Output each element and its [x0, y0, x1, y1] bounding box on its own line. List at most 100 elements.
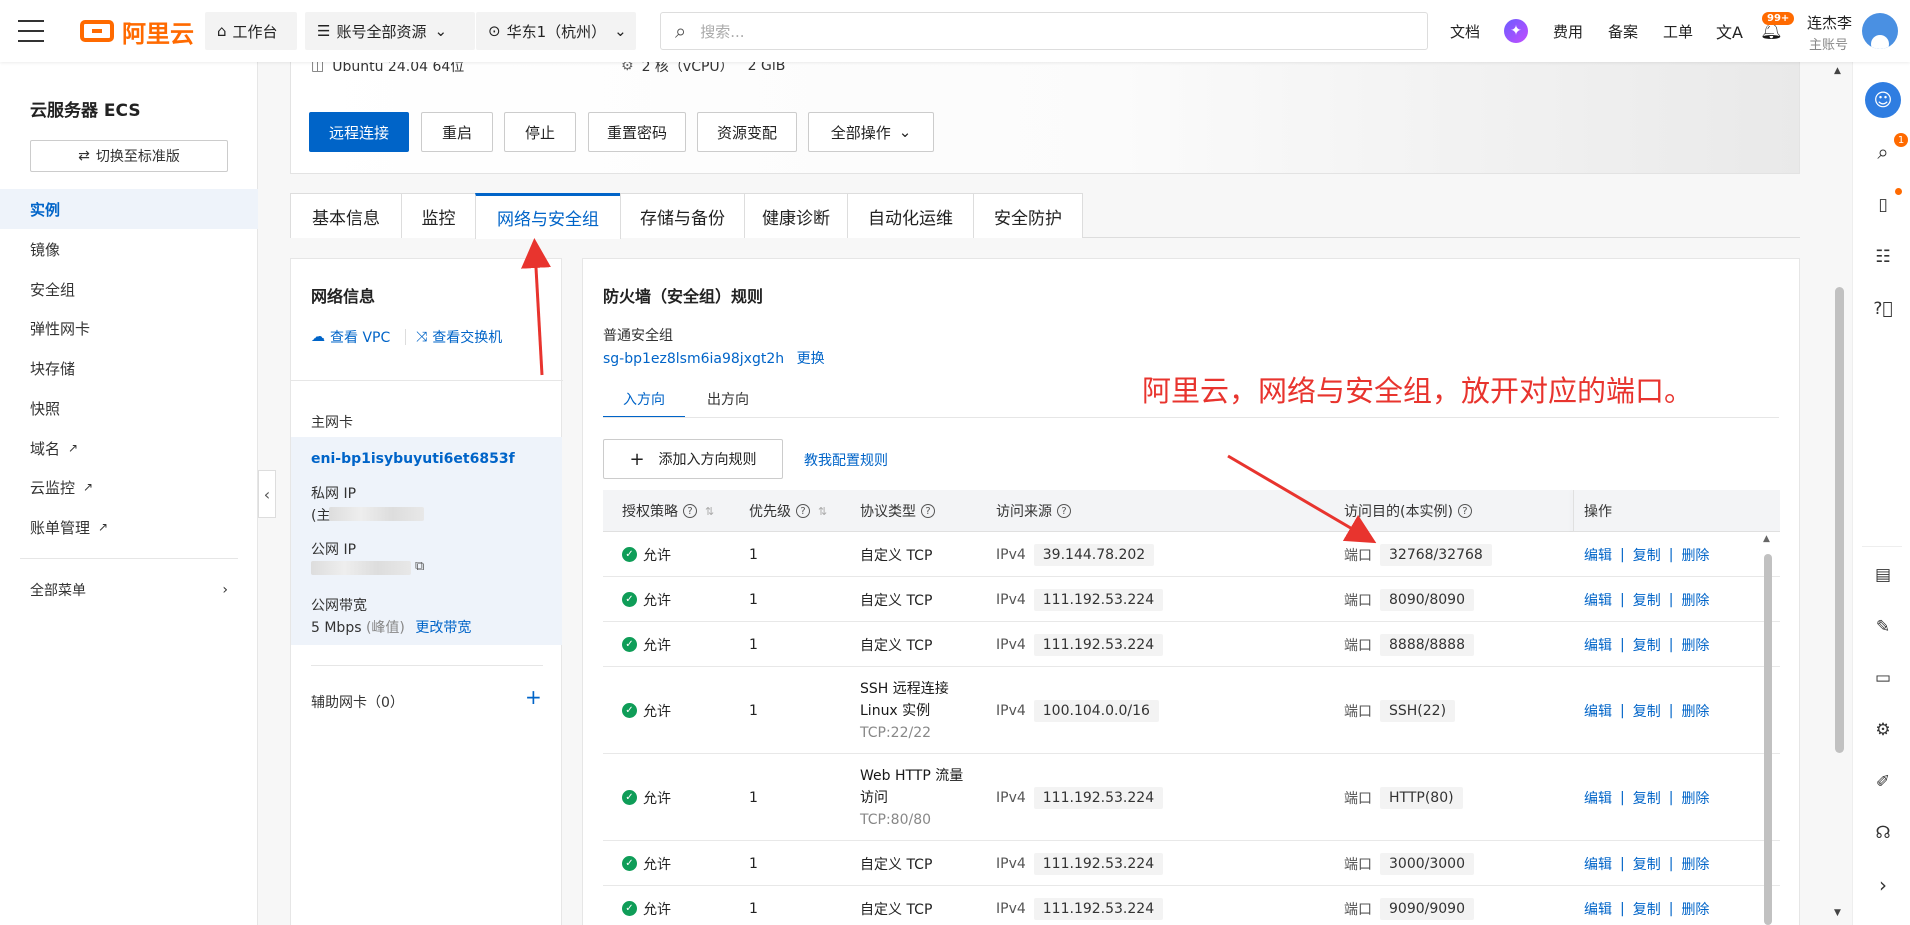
col-policy[interactable]: 授权策略? ⇅: [622, 490, 714, 532]
billing-link[interactable]: 费用: [1553, 0, 1583, 62]
icp-link[interactable]: 备案: [1608, 0, 1638, 62]
document-icon[interactable]: ▤: [1868, 560, 1898, 590]
ai-assistant-icon[interactable]: ✦: [1504, 19, 1528, 43]
bandwidth-label: 公网带宽: [311, 598, 367, 614]
sidebar-all-menu[interactable]: 全部菜单 ›: [0, 570, 258, 610]
page-scroll-up-icon[interactable]: ▲: [1834, 66, 1841, 76]
reset-password-button[interactable]: 重置密码: [588, 112, 686, 152]
sidebar-item-eni[interactable]: 弹性网卡: [0, 308, 258, 348]
chevron-right-icon[interactable]: ›: [1868, 870, 1898, 900]
teach-config-link[interactable]: 教我配置规则: [804, 450, 888, 470]
sidebar-item-snapshots[interactable]: 快照: [0, 388, 258, 428]
port-chip: 3000/3000: [1380, 852, 1474, 875]
tab-health-diagnosis[interactable]: 健康诊断: [744, 193, 848, 238]
private-ip-masked: [329, 507, 424, 521]
delete-link[interactable]: 删除: [1681, 635, 1709, 655]
sidebar-item-billing[interactable]: 账单管理 ↗: [0, 507, 258, 547]
sidebar-item-instances[interactable]: 实例: [0, 189, 258, 229]
edit-link[interactable]: 编辑: [1584, 899, 1612, 919]
dest-cell: 端口 8888/8888: [1344, 622, 1474, 667]
edit-link[interactable]: 编辑: [1584, 701, 1612, 721]
search-input[interactable]: ⌕ 搜索...: [660, 12, 1428, 50]
delete-link[interactable]: 删除: [1681, 590, 1709, 610]
table-scrollbar-thumb[interactable]: [1764, 554, 1772, 925]
edit-link[interactable]: 编辑: [1584, 788, 1612, 808]
list-icon[interactable]: ☷: [1868, 242, 1898, 272]
sidebar-item-security-groups[interactable]: 安全组: [0, 269, 258, 309]
tab-storage-backup[interactable]: 存储与备份: [620, 193, 745, 238]
protocol-cell: 自定义 TCP: [860, 856, 933, 873]
change-group-link[interactable]: 更换: [797, 351, 825, 367]
settings-icon[interactable]: ⚙: [1868, 715, 1898, 745]
sidebar-item-domains[interactable]: 域名 ↗: [0, 428, 258, 468]
tab-outbound[interactable]: 出方向: [707, 389, 749, 409]
page-scrollbar-thumb[interactable]: [1835, 287, 1844, 753]
page-scroll-down-icon[interactable]: ▼: [1834, 908, 1841, 918]
resize-button[interactable]: 资源变配: [697, 112, 797, 152]
delete-link[interactable]: 删除: [1681, 788, 1709, 808]
delete-link[interactable]: 删除: [1681, 899, 1709, 919]
menu-icon[interactable]: [18, 20, 44, 42]
external-link-icon: ↗: [98, 520, 109, 534]
delete-link[interactable]: 删除: [1681, 701, 1709, 721]
edit-link[interactable]: 编辑: [1584, 545, 1612, 565]
stop-button[interactable]: 停止: [504, 112, 576, 152]
tab-basic-info[interactable]: 基本信息: [290, 193, 402, 238]
tab-automation[interactable]: 自动化运维: [847, 193, 974, 238]
plus-icon: +: [629, 448, 645, 470]
headset-icon[interactable]: ☊: [1868, 818, 1898, 848]
docs-link[interactable]: 文档: [1450, 0, 1480, 62]
tab-network-security[interactable]: 网络与安全组: [475, 193, 621, 239]
nic-id-link[interactable]: eni-bp1isybuyuti6et6853f: [311, 451, 515, 467]
edit-link[interactable]: 编辑: [1584, 590, 1612, 610]
ticket-link[interactable]: 工单: [1663, 0, 1693, 62]
remote-connect-button[interactable]: 远程连接: [309, 112, 409, 152]
edit-link[interactable]: 编辑: [1584, 854, 1612, 874]
sidebar-item-cloud-monitor[interactable]: 云监控 ↗: [0, 467, 258, 507]
switch-standard-button[interactable]: ⇄ 切换至标准版: [30, 140, 228, 172]
scroll-up-icon[interactable]: ▲: [1763, 534, 1770, 544]
copy-link[interactable]: 复制: [1633, 788, 1661, 808]
all-operations-dropdown[interactable]: 全部操作 ⌄: [808, 112, 934, 152]
pen-icon[interactable]: ✐: [1868, 767, 1898, 797]
help-circle-icon[interactable]: ?⃝: [1868, 294, 1898, 324]
workbench-button[interactable]: ⌂ 工作台: [205, 12, 297, 50]
copy-icon[interactable]: ⧉: [415, 559, 424, 574]
change-bandwidth-link[interactable]: 更改带宽: [415, 620, 471, 636]
terminal-icon[interactable]: ▭: [1868, 663, 1898, 693]
delete-link[interactable]: 删除: [1681, 854, 1709, 874]
logo[interactable]: 阿里云: [80, 14, 194, 48]
restart-button[interactable]: 重启: [421, 112, 493, 152]
copy-link[interactable]: 复制: [1633, 635, 1661, 655]
copy-link[interactable]: 复制: [1633, 701, 1661, 721]
language-icon[interactable]: 文A: [1716, 0, 1743, 62]
copy-link[interactable]: 复制: [1633, 590, 1661, 610]
avatar[interactable]: [1862, 13, 1898, 49]
collapse-sidebar-button[interactable]: ‹: [258, 470, 276, 518]
col-source: 访问来源?: [996, 490, 1071, 532]
help-icon: ?: [796, 504, 810, 518]
firewall-title: 防火墙（安全组）规则: [603, 287, 764, 306]
assistant-robot-icon[interactable]: ☺: [1865, 82, 1901, 118]
view-switch-link[interactable]: ⤨ 查看交换机: [416, 327, 502, 347]
edit-doc-icon[interactable]: ✎: [1868, 612, 1898, 642]
copy-link[interactable]: 复制: [1633, 545, 1661, 565]
book-icon[interactable]: ▯: [1868, 190, 1898, 220]
tab-inbound[interactable]: 入方向: [623, 389, 665, 409]
group-id-link[interactable]: sg-bp1ez8lsm6ia98jxgt2h: [603, 351, 784, 367]
copy-link[interactable]: 复制: [1633, 854, 1661, 874]
edit-link[interactable]: 编辑: [1584, 635, 1612, 655]
col-priority[interactable]: 优先级? ⇅: [749, 490, 827, 532]
sidebar-item-block-storage[interactable]: 块存储: [0, 348, 258, 388]
sidebar-item-images[interactable]: 镜像: [0, 229, 258, 269]
add-inbound-rule-button[interactable]: + 添加入方向规则: [603, 439, 783, 479]
region-dropdown[interactable]: ⊙ 华东1（杭州） ⌄: [476, 12, 636, 50]
copy-link[interactable]: 复制: [1633, 899, 1661, 919]
delete-link[interactable]: 删除: [1681, 545, 1709, 565]
add-icon[interactable]: +: [525, 685, 542, 709]
resources-dropdown[interactable]: ☰ 账号全部资源 ⌄: [305, 12, 475, 50]
user-name[interactable]: 连杰李: [1807, 12, 1852, 33]
view-vpc-link[interactable]: ☁ 查看 VPC: [311, 327, 390, 347]
tab-security-protection[interactable]: 安全防护: [973, 193, 1083, 238]
tab-monitoring[interactable]: 监控: [401, 193, 476, 238]
